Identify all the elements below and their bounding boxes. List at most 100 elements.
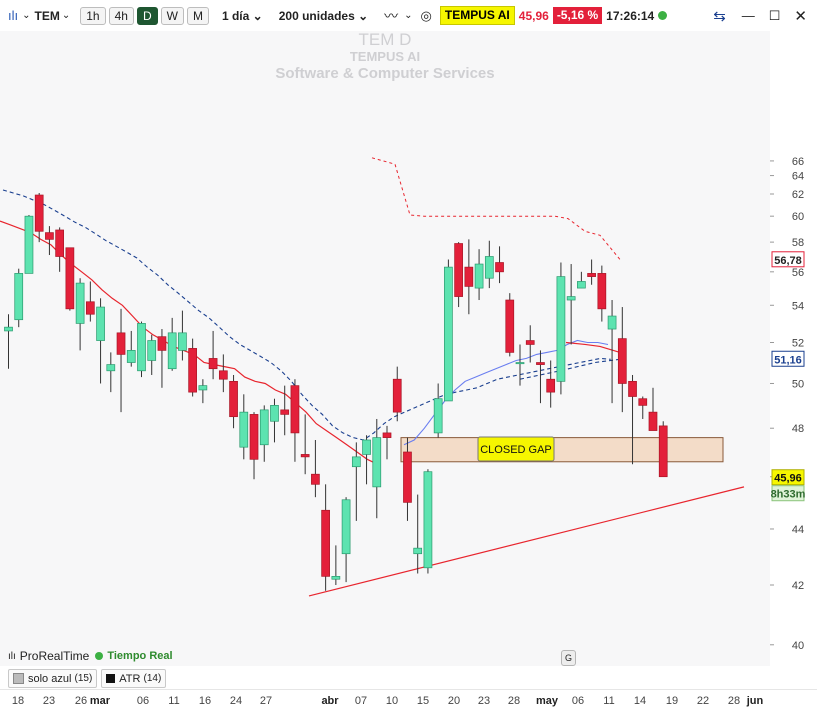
y-tick-label: 66 (792, 156, 804, 168)
tf-d-button[interactable]: D (136, 6, 158, 25)
x-tick-label: 24 (230, 695, 242, 707)
symbol-label[interactable]: TEM (35, 9, 60, 23)
tf-m-button[interactable]: M (186, 6, 209, 25)
x-tick-label: 28 (508, 695, 520, 707)
closed-gap-label-text: CLOSED GAP (480, 444, 552, 456)
blue-ma-line (2, 189, 611, 441)
style-dropdown-icon[interactable]: ⌄ (404, 10, 412, 21)
candle (300, 414, 310, 475)
y-tick-label: 54 (792, 300, 804, 312)
candle (106, 352, 116, 393)
candle-body (638, 398, 648, 406)
close-icon[interactable]: ✕ (794, 7, 807, 25)
candle (85, 281, 95, 322)
candle (372, 418, 382, 519)
last-price: 45,96 (518, 8, 549, 23)
candle (525, 325, 535, 363)
candle (587, 259, 596, 285)
candle-body (218, 370, 228, 380)
chart-area[interactable]: TEM D TEMPUS AI Software & Computer Serv… (0, 31, 770, 666)
tf-1h-button[interactable]: 1h (80, 6, 106, 25)
candle (556, 262, 566, 395)
candle (546, 360, 556, 408)
y-tick-label: 62 (792, 189, 804, 201)
toolbar: ılı ⌄ TEM ⌄ 1h 4h D W M 1 día ⌄ 200 unid… (0, 0, 817, 32)
candle (658, 421, 668, 478)
tf-w-button[interactable]: W (160, 6, 184, 25)
units-select[interactable]: 200 unidades ⌄ (279, 9, 368, 23)
candle-body (239, 411, 249, 448)
candle-body (454, 243, 463, 297)
y-axis[interactable]: 404244464850525456586062646656,7851,1645… (770, 31, 817, 666)
maximize-icon[interactable]: ☐ (769, 8, 781, 24)
candle (597, 265, 607, 322)
candle-body (464, 266, 474, 287)
candle-body (423, 471, 433, 569)
chart-style-icon[interactable]: 〰 (384, 6, 398, 26)
candle (239, 394, 249, 460)
candle-icon[interactable]: ılı (8, 8, 18, 23)
x-tick-label: 19 (666, 695, 678, 707)
candle-body (341, 499, 351, 555)
candle-body (515, 362, 525, 365)
candle-body (96, 306, 105, 341)
tf-4h-button[interactable]: 4h (108, 6, 134, 25)
units-label: 200 unidades (278, 8, 355, 23)
candle-body (321, 509, 330, 577)
candle (34, 192, 44, 243)
indicator-param: (14) (143, 673, 162, 684)
symbol-dropdown-icon[interactable]: ⌄ (62, 10, 70, 21)
candle-body (55, 229, 65, 257)
period-label: 1 día (221, 8, 250, 23)
candle-body (75, 282, 85, 324)
candle-body (617, 338, 627, 384)
candle (392, 366, 402, 422)
y-tick-label: 48 (792, 423, 804, 435)
candle (331, 545, 341, 585)
candle-body (362, 439, 371, 455)
candle-body (536, 362, 545, 365)
candle-body (351, 456, 361, 468)
candle (495, 246, 504, 284)
event-marker[interactable]: G (561, 650, 576, 666)
settings-icon[interactable]: ◎ (421, 8, 432, 24)
candle (423, 469, 433, 574)
brand-icon: ılı (8, 650, 16, 662)
event-marker-label: G (564, 653, 572, 663)
candle (607, 300, 617, 404)
candle (444, 259, 453, 402)
tag-dashed-red-text: 56,78 (774, 255, 802, 267)
x-tick-label: 18 (12, 695, 24, 707)
candle-body (4, 326, 13, 332)
trendline (308, 486, 745, 597)
y-tick-label: 44 (792, 524, 804, 536)
indicator-solo-azul[interactable]: solo azul (15) (8, 669, 98, 688)
candle (577, 271, 586, 289)
x-tick-label: 22 (697, 695, 709, 707)
candle (321, 484, 330, 591)
indicator-atr[interactable]: ATR (14) (101, 669, 167, 688)
x-axis[interactable]: 18 23 26 mar 06 11 16 24 27 abr 07 10 15 20 23 28 may 06 1… (0, 689, 817, 710)
minimize-icon[interactable]: — (742, 8, 755, 23)
x-tick-label: 11 (603, 695, 614, 707)
candle-body (116, 332, 126, 355)
chevron-down-icon[interactable]: ⌄ (22, 10, 30, 21)
y-tick-label: 42 (792, 580, 804, 592)
sync-icon[interactable]: ⇆ (713, 7, 726, 25)
period-select[interactable]: 1 día ⌄ (222, 9, 263, 23)
candle (75, 278, 85, 351)
y-tick-label: 60 (792, 211, 804, 223)
x-tick-label: 23 (478, 695, 490, 707)
y-tick-label: 58 (792, 237, 804, 249)
candle-body (188, 348, 197, 393)
candle-body (45, 232, 54, 240)
candle (65, 247, 75, 311)
price-chart[interactable]: CLOSED GAP (0, 31, 770, 666)
candle (413, 494, 423, 574)
dashed-red-level (371, 157, 621, 260)
candle-body (126, 350, 136, 363)
candle (167, 317, 177, 371)
x-tick-label: 28 (728, 695, 740, 707)
candle-body (14, 273, 24, 321)
candle-body (106, 364, 116, 372)
